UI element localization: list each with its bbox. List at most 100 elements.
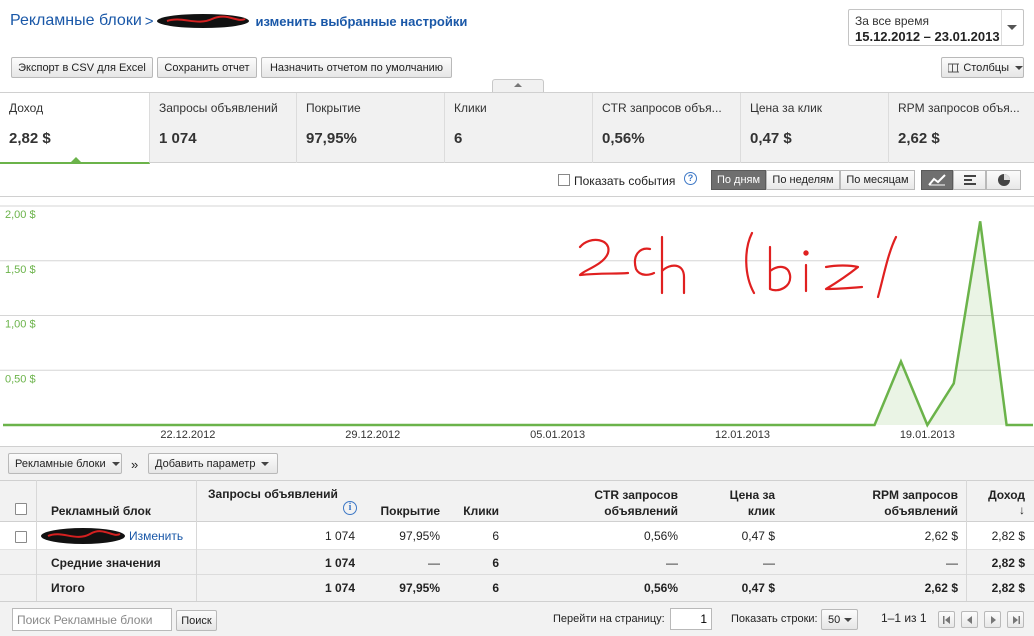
dimension-dropdown[interactable]: Рекламные блоки <box>8 453 122 474</box>
rows-per-page-select[interactable]: 50 <box>821 609 858 630</box>
rows-per-page-label: Показать строки: <box>731 613 818 625</box>
metric-tab-requests[interactable]: Запросы объявлений 1 074 <box>150 93 297 163</box>
col-header-ctr-line1[interactable]: CTR запросов <box>560 488 678 502</box>
chevron-down-icon <box>261 461 270 466</box>
metric-value: 0,47 $ <box>750 130 792 147</box>
avg-coverage: — <box>428 556 440 570</box>
info-icon[interactable]: i <box>343 501 357 515</box>
total-rpm: 2,62 $ <box>924 581 958 595</box>
columns-icon <box>948 63 960 72</box>
goto-page-label: Перейти на страницу: <box>553 613 665 625</box>
table-row: Изменить 1 074 97,95% 6 0,56% 0,47 $ 2,6… <box>0 522 1034 550</box>
metric-tab-coverage[interactable]: Покрытие 97,95% <box>297 93 445 163</box>
search-input[interactable] <box>12 608 172 631</box>
prev-page-button[interactable] <box>961 611 978 628</box>
x-tick-label: 29.12.2012 <box>345 429 400 441</box>
avg-cpc: — <box>763 556 775 570</box>
breadcrumb: Рекламные блоки > изменить выбранные нас… <box>10 10 467 32</box>
by-month-button[interactable]: По месяцам <box>840 170 915 190</box>
date-range-dropdown[interactable] <box>1001 10 1023 45</box>
metric-tab-ctr[interactable]: CTR запросов объя... 0,56% <box>593 93 741 163</box>
avg-ctr: — <box>666 556 678 570</box>
metric-value: 2,82 $ <box>9 130 51 147</box>
next-page-icon <box>991 616 996 624</box>
metric-label: RPM запросов объя... <box>898 101 1020 115</box>
chart-grid <box>0 205 1034 371</box>
col-header-rpm-line2: объявлений <box>884 504 958 518</box>
next-page-button[interactable] <box>984 611 1001 628</box>
select-all-checkbox[interactable] <box>15 503 27 515</box>
total-label: Итого <box>51 581 85 595</box>
avg-rpm: — <box>946 556 958 570</box>
pie-chart-button[interactable] <box>986 170 1021 190</box>
chart-svg: 2,00 $ 1,50 $ 1,00 $ 0,50 $ 22.12.2012 29.12.… <box>0 205 1034 441</box>
export-csv-button[interactable]: Экспорт в CSV для Excel <box>11 57 153 78</box>
total-cpc: 0,47 $ <box>741 581 775 595</box>
revenue-chart: 2,00 $ 1,50 $ 1,00 $ 0,50 $ 22.12.2012 29.12.… <box>0 196 1034 446</box>
col-header-requests[interactable]: Запросы объявлений <box>208 487 338 501</box>
metric-label: Клики <box>454 101 487 115</box>
metric-value: 97,95% <box>306 130 357 147</box>
col-header-coverage[interactable]: Покрытие <box>360 504 440 518</box>
first-page-button[interactable] <box>938 611 955 628</box>
by-week-button[interactable]: По неделям <box>766 170 840 190</box>
col-header-cpc-line1[interactable]: Цена за <box>700 488 775 502</box>
avg-revenue: 2,82 $ <box>991 556 1025 570</box>
metric-value: 0,56% <box>602 130 645 147</box>
metric-tab-cpc[interactable]: Цена за клик 0,47 $ <box>741 93 889 163</box>
cell-ctr: 0,56% <box>643 529 678 543</box>
by-day-button[interactable]: По дням <box>711 170 766 190</box>
sort-desc-icon: ↓ <box>1019 503 1025 517</box>
table-toolbar: Рекламные блоки » Добавить параметр <box>0 446 1034 480</box>
search-button[interactable]: Поиск <box>176 610 217 631</box>
collapse-toggle[interactable] <box>492 79 544 92</box>
avg-requests: 1 074 <box>324 556 355 570</box>
columns-button-label: Столбцы <box>963 61 1009 74</box>
edit-link[interactable]: Изменить <box>129 529 183 543</box>
metric-label: CTR запросов объя... <box>602 101 722 115</box>
metric-label: Цена за клик <box>750 101 823 115</box>
show-events-checkbox[interactable] <box>558 174 570 186</box>
last-page-icon <box>1013 616 1020 624</box>
redacted-scribble <box>41 528 125 544</box>
breadcrumb-root-link[interactable]: Рекламные блоки <box>10 12 142 30</box>
set-default-report-button[interactable]: Назначить отчетом по умолчанию <box>261 57 452 78</box>
col-header-rpm-line1[interactable]: RPM запросов <box>830 488 958 502</box>
avg-clicks: 6 <box>492 556 499 570</box>
col-header-revenue[interactable]: Доход <box>970 488 1025 502</box>
chevron-down-icon <box>1007 25 1017 30</box>
line-chart-button[interactable] <box>921 170 953 190</box>
average-row: Средние значения 1 074 — 6 — — — 2,82 $ <box>0 550 1034 575</box>
table-header-row: Рекламный блок Запросы объявлений i Покр… <box>0 480 1034 522</box>
page-range: 1–1 из 1 <box>881 611 927 625</box>
metric-tab-rpm[interactable]: RPM запросов объя... 2,62 $ <box>889 93 1034 163</box>
cell-clicks: 6 <box>492 529 499 543</box>
series-line <box>3 221 1033 428</box>
add-parameter-dropdown[interactable]: Добавить параметр <box>148 453 278 474</box>
table-footer: Поиск Перейти на страницу: Показать стро… <box>0 601 1034 636</box>
dimension-dropdown-label: Рекламные блоки <box>15 457 106 470</box>
cell-revenue: 2,82 $ <box>991 529 1025 543</box>
metric-tab-clicks[interactable]: Клики 6 <box>445 93 593 163</box>
table-view-button[interactable] <box>953 170 986 190</box>
save-report-button[interactable]: Сохранить отчет <box>157 57 257 78</box>
show-events-label: Показать события <box>574 174 676 188</box>
help-icon[interactable]: ? <box>684 172 697 185</box>
last-page-button[interactable] <box>1007 611 1024 628</box>
change-settings-link[interactable]: изменить выбранные настройки <box>256 14 468 29</box>
metric-value: 6 <box>454 130 463 147</box>
metric-tabs: Доход 2,82 $ Запросы объявлений 1 074 По… <box>0 92 1034 164</box>
columns-button[interactable]: Столбцы <box>941 57 1024 78</box>
cell-cpc: 0,47 $ <box>741 529 775 543</box>
col-header-clicks[interactable]: Клики <box>440 504 499 518</box>
date-range-picker[interactable]: За все время 15.12.2012 – 23.01.2013 <box>848 9 1024 46</box>
chevron-down-icon <box>844 617 853 622</box>
metric-label: Доход <box>9 101 44 115</box>
average-label: Средние значения <box>51 556 161 570</box>
col-header-ad-unit[interactable]: Рекламный блок <box>51 504 151 518</box>
row-checkbox[interactable] <box>15 531 27 543</box>
column-divider <box>966 480 967 601</box>
metric-tab-revenue[interactable]: Доход 2,82 $ <box>0 93 150 164</box>
total-row: Итого 1 074 97,95% 6 0,56% 0,47 $ 2,62 $… <box>0 575 1034 601</box>
page-number-input[interactable] <box>670 608 712 630</box>
